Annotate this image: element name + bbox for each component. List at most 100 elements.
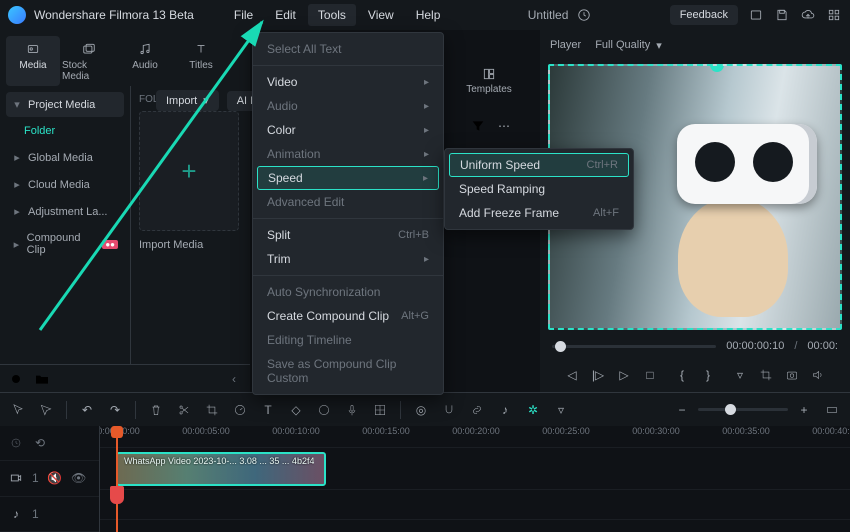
sidebar-item-global[interactable]: ▸ Global Media [6,145,124,170]
save-icon[interactable] [774,7,790,23]
tab-stock-label: Stock Media [62,60,116,82]
visibility-icon[interactable]: 👁 [71,470,87,486]
zoom-out-button[interactable]: − [674,402,690,418]
zoom-thumb[interactable] [725,404,736,415]
new-badge: ●● [102,240,118,249]
menu-item-speed[interactable]: Speed▸ [257,166,439,190]
sidebar-item-compound[interactable]: ▸ Compound Clip ●● [6,226,124,262]
feedback-button[interactable]: Feedback [670,5,738,25]
menu-tools[interactable]: Tools [308,4,356,26]
submenu-arrow-icon: ▸ [424,77,429,88]
split-icon[interactable] [176,402,192,418]
menu-view[interactable]: View [358,4,404,26]
preview-playhead-marker[interactable] [710,64,724,72]
pointer-tool-icon[interactable] [10,402,26,418]
music-tool-icon[interactable]: ♪ [497,402,513,418]
timeline-link-icon[interactable]: ⟲ [32,435,48,451]
timeline-playhead[interactable] [116,426,118,532]
menubar: File Edit Tools View Help [224,4,451,26]
timeline-options-icon[interactable] [8,435,24,451]
tab-titles[interactable]: Titles [174,36,228,86]
zoom-in-button[interactable]: + [796,402,812,418]
zoom-slider[interactable] [698,408,788,411]
sidebar-item-adjustment[interactable]: ▸ Adjustment La... [6,199,124,224]
menu-item-color[interactable]: Color▸ [253,118,443,142]
video-track-header[interactable]: 1 🔇 👁 [0,461,99,496]
tab-media[interactable]: Media [6,36,60,86]
timeline-clip[interactable]: WhatsApp Video 2023-10-... 3.08 ... 35 .… [116,452,326,486]
tab-templates[interactable]: Templates [454,66,524,95]
zoom-control: − + [674,402,812,418]
voice-icon[interactable] [344,402,360,418]
sync-icon [576,7,592,23]
audio-track-header[interactable]: ♪ 1 [0,497,99,532]
timeline-ruler[interactable]: 00:00:00:0000:00:05:0000:00:10:0000:00:1… [100,426,850,448]
menu-edit[interactable]: Edit [265,4,306,26]
select-tool-icon[interactable] [38,402,54,418]
menu-item-trim[interactable]: Trim▸ [253,247,443,271]
tab-stock[interactable]: Stock Media [62,36,116,86]
scrubber-thumb[interactable] [555,341,566,352]
mute-track-icon[interactable]: 🔇 [47,470,63,486]
cloud-upload-icon[interactable] [800,7,816,23]
keyframe-icon[interactable]: ◇ [288,402,304,418]
collapse-icon[interactable]: ‹ [226,371,242,387]
playhead-handle[interactable] [110,486,124,504]
sidebar-cloud-label: Cloud Media [28,179,90,191]
import-button[interactable]: Import ▾ [156,90,219,111]
more-icon[interactable]: ⋯ [496,118,512,134]
zoom-fit-icon[interactable] [824,402,840,418]
mark-out-button[interactable]: } [699,366,717,384]
menu-item-speed-ramping[interactable]: Speed Ramping [445,177,633,201]
step-back-button[interactable]: |▷ [589,366,607,384]
tab-media-label: Media [19,60,46,71]
video-track-number: 1 [32,471,39,485]
marker-button[interactable]: ▿ [731,366,749,384]
scrubber-track[interactable] [552,345,716,348]
menu-item-create-compound-clip[interactable]: Create Compound ClipAlt+G [253,304,443,328]
crop-tool-icon[interactable] [204,402,220,418]
sidebar-item-cloud[interactable]: ▸ Cloud Media [6,172,124,197]
undo-button[interactable]: ↶ [79,402,95,418]
record-icon[interactable] [8,371,24,387]
menu-help[interactable]: Help [406,4,451,26]
audio-track[interactable] [100,490,850,520]
delete-icon[interactable] [148,402,164,418]
stop-button[interactable]: □ [641,366,659,384]
menu-file[interactable]: File [224,4,263,26]
sidebar-item-project-media[interactable]: ▾ Project Media [6,92,124,117]
grid-icon[interactable] [372,402,388,418]
sidebar-item-folder[interactable]: Folder [6,119,124,143]
quality-dropdown[interactable]: Full Quality ▾ [595,39,662,52]
tab-audio[interactable]: Audio [118,36,172,86]
volume-icon[interactable] [809,366,827,384]
media-icon [24,40,42,58]
layout-icon[interactable] [748,7,764,23]
filter-icon[interactable] [470,118,486,134]
marker-tool-icon[interactable]: ▿ [553,402,569,418]
video-track[interactable]: WhatsApp Video 2023-10-... 3.08 ... 35 .… [100,448,850,490]
new-folder-icon[interactable] [34,371,50,387]
text-tool-icon[interactable]: T [260,402,276,418]
timeline-tracks[interactable]: 00:00:00:0000:00:05:0000:00:10:0000:00:1… [100,426,850,532]
magnet-icon[interactable] [441,402,457,418]
menu-item-split[interactable]: SplitCtrl+B [253,223,443,247]
prev-frame-button[interactable]: ◁ [563,366,581,384]
audio-track-icon: ♪ [8,506,24,522]
mark-in-button[interactable]: { [673,366,691,384]
menu-item-uniform-speed[interactable]: Uniform SpeedCtrl+R [449,153,629,177]
menu-item-add-freeze-frame[interactable]: Add Freeze FrameAlt+F [445,201,633,225]
snapshot-icon[interactable] [783,366,801,384]
apps-icon[interactable] [826,7,842,23]
import-dropzone[interactable]: + [139,111,239,231]
link-icon[interactable] [469,402,485,418]
crop-icon[interactable] [757,366,775,384]
color-tool-icon[interactable] [316,402,332,418]
auto-icon[interactable]: ✲ [525,402,541,418]
play-button[interactable]: ▷ [615,366,633,384]
target-icon[interactable]: ◎ [413,402,429,418]
menu-item-video[interactable]: Video▸ [253,70,443,94]
speed-tool-icon[interactable] [232,402,248,418]
redo-button[interactable]: ↷ [107,402,123,418]
templates-icon [481,66,497,82]
